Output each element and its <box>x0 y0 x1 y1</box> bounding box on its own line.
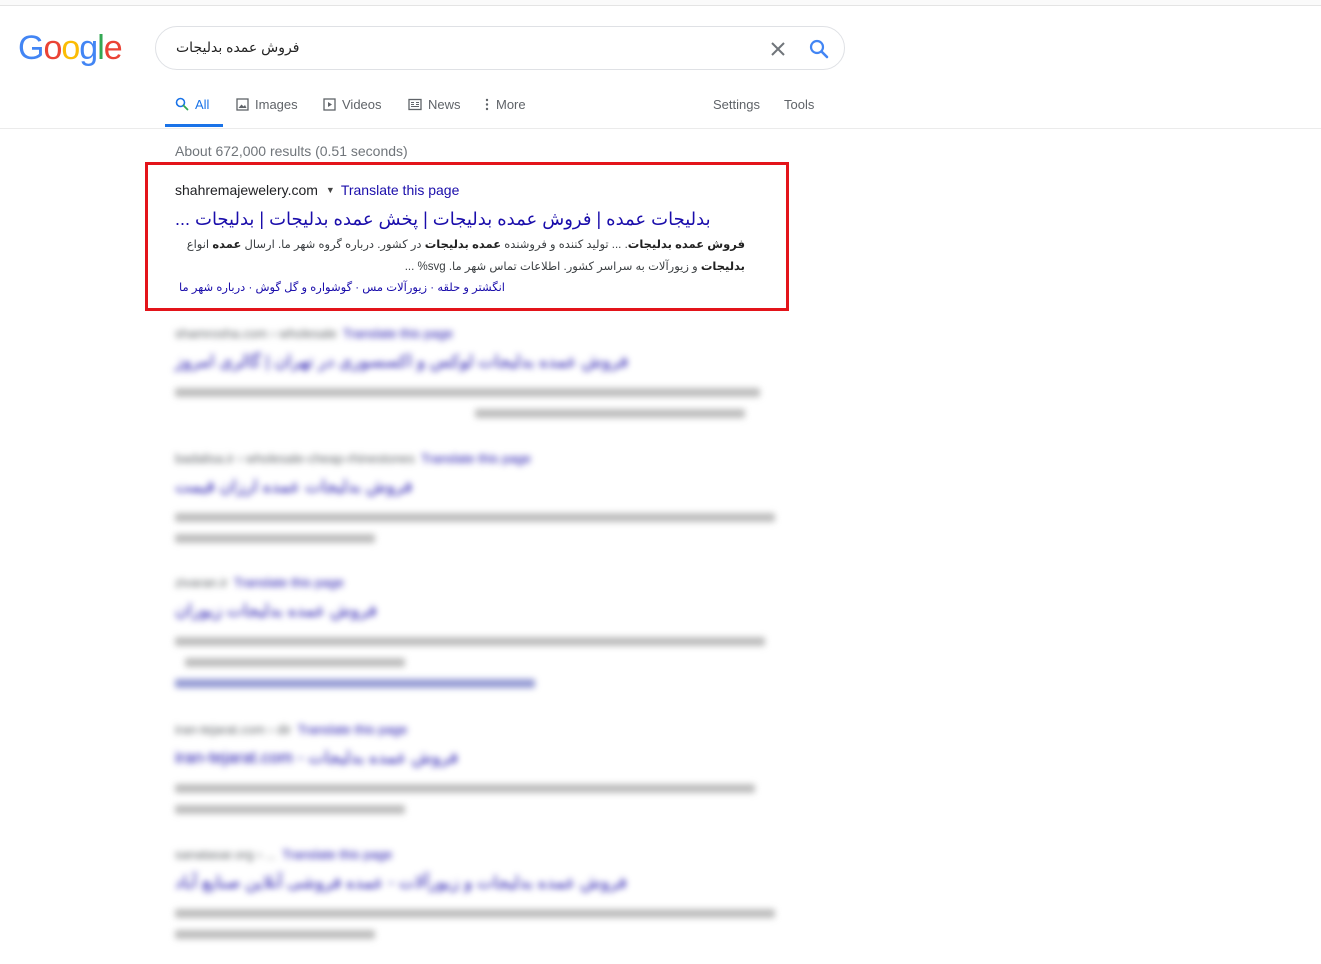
blurred-result: zivaran.ir Translate this page فروش عمده … <box>175 575 785 688</box>
translate-link[interactable]: Translate this page <box>297 722 407 737</box>
result-title-link[interactable]: فروش عمده بدلیجات لوکس و اکسسوری در تهرا… <box>175 352 785 376</box>
play-icon <box>323 97 336 111</box>
result-site[interactable]: badalisa.ir › wholesale-cheap-rhinestone… <box>175 451 415 466</box>
more-vertical-icon <box>485 98 489 110</box>
search-input[interactable]: فروش عمده بدلیجات <box>176 39 299 56</box>
result-site[interactable]: shahremajewelery.com <box>175 182 318 198</box>
tab-more[interactable]: More <box>484 82 526 126</box>
search-box[interactable]: فروش عمده بدلیجات <box>155 26 845 70</box>
snippet-text: . ... تولید کننده و فروشنده <box>501 239 628 251</box>
snippet-line <box>175 784 755 793</box>
snippet-line <box>475 409 745 418</box>
tab-tools[interactable]: Tools <box>784 82 814 126</box>
news-icon <box>408 98 422 110</box>
result-site[interactable]: sanatasar.org › ... <box>175 847 276 862</box>
tab-news[interactable]: News <box>408 82 461 126</box>
result-cite: sanatasar.org › ... Translate this page <box>175 847 785 867</box>
search-icon <box>175 97 189 111</box>
result-cite: shamrosha.com › wholesale Translate this … <box>175 326 785 346</box>
logo-letter: e <box>103 29 123 67</box>
translate-link[interactable]: Translate this page <box>341 182 460 198</box>
logo-letter: G <box>18 29 44 67</box>
result-site[interactable]: zivaran.ir <box>175 575 228 590</box>
tab-settings-label: Settings <box>713 96 760 112</box>
result-title-link[interactable]: فروش عمده بدلیجات و زیورآلات - عمده فروش… <box>175 873 785 897</box>
tab-all-label: All <box>195 96 210 112</box>
tab-more-label: More <box>496 96 526 112</box>
snippet-bold: عمده <box>212 239 242 251</box>
tab-images-label: Images <box>255 96 298 112</box>
tab-videos-label: Videos <box>342 96 382 112</box>
snippet-bold: عمده بدلیجات <box>424 239 502 251</box>
caret-down-icon[interactable]: ▼ <box>326 185 335 195</box>
search-icon[interactable] <box>808 38 830 60</box>
snippet-line <box>175 534 375 543</box>
blurred-result: iran-tejarat.com › dir Translate this pag… <box>175 722 785 814</box>
snippet-line <box>175 637 765 646</box>
search-result: shahremajewelery.com ▼ Translate this pa… <box>175 180 775 298</box>
tab-videos[interactable]: Videos <box>323 82 382 126</box>
snippet-line <box>185 658 405 667</box>
logo-letter: o <box>61 29 80 67</box>
result-snippet: فروش عمده بدلیجات. ... تولید کننده و فرو… <box>175 234 745 278</box>
blurred-result: badalisa.ir › wholesale-cheap-rhinestone… <box>175 451 785 543</box>
search-results-page: Google فروش عمده بدلیجات All Images Vide… <box>0 0 1321 964</box>
snippet-text: و زیورآلات به سراسر کشور. اطلاعات تماس ش… <box>404 261 701 273</box>
sitelinks-line <box>175 679 535 688</box>
snippet-line <box>175 909 775 918</box>
result-title-link[interactable]: فروش بدلیجات عمده ارزان قیمت <box>175 477 785 501</box>
translate-link[interactable]: Translate this page <box>282 847 392 862</box>
result-site[interactable]: shamrosha.com › wholesale <box>175 326 337 341</box>
tab-settings[interactable]: Settings <box>713 82 760 126</box>
header-divider <box>0 128 1321 129</box>
search-tabs: All Images Videos News More Settings Too… <box>165 82 825 128</box>
blurred-result: shamrosha.com › wholesale Translate this … <box>175 326 785 418</box>
image-icon <box>236 97 249 111</box>
snippet-line <box>175 930 375 939</box>
snippet-bold: فروش عمده بدلیجات <box>627 239 745 251</box>
result-cite: iran-tejarat.com › dir Translate this pag… <box>175 722 785 742</box>
snippet-line <box>175 388 760 397</box>
translate-link[interactable]: Translate this page <box>234 575 344 590</box>
logo-letter: g <box>79 29 98 67</box>
blurred-result: sanatasar.org › ... Translate this page ف… <box>175 847 785 939</box>
tab-all[interactable]: All <box>175 82 209 126</box>
result-cite: badalisa.ir › wholesale-cheap-rhinestone… <box>175 451 785 471</box>
snippet-text: در کشور. درباره گروه شهر ما. ارسال <box>241 239 425 251</box>
result-cite: shahremajewelery.com ▼ Translate this pa… <box>175 180 775 200</box>
close-icon[interactable] <box>768 39 788 59</box>
snippet-line <box>175 513 775 522</box>
result-site[interactable]: iran-tejarat.com › dir <box>175 722 291 737</box>
tab-news-label: News <box>428 96 461 112</box>
result-title-link[interactable]: فروش عمده بدلیجات زیوران <box>175 601 785 625</box>
logo-letter: o <box>43 29 62 67</box>
tab-tools-label: Tools <box>784 96 815 112</box>
browser-top-strip <box>0 0 1321 6</box>
result-title-link[interactable]: iran-tejarat.com - فروش عمده بدلیجات <box>175 748 785 772</box>
tab-images[interactable]: Images <box>236 82 298 126</box>
snippet-text: انواع <box>186 239 213 251</box>
translate-link[interactable]: Translate this page <box>343 326 453 341</box>
snippet-line <box>175 805 405 814</box>
translate-link[interactable]: Translate this page <box>421 451 531 466</box>
active-tab-indicator <box>165 124 223 127</box>
result-title-link[interactable]: بدلیجات عمده | فروش عمده بدلیجات | پخش ع… <box>175 206 775 232</box>
google-logo[interactable]: Google <box>18 28 123 68</box>
result-stats: About 672,000 results (0.51 seconds) <box>175 143 408 159</box>
result-sitelinks[interactable]: انگشتر و حلقه · زیورآلات مس · گوشواره و … <box>175 278 505 298</box>
result-cite: zivaran.ir Translate this page <box>175 575 785 595</box>
snippet-bold: بدلیجات <box>700 261 745 273</box>
